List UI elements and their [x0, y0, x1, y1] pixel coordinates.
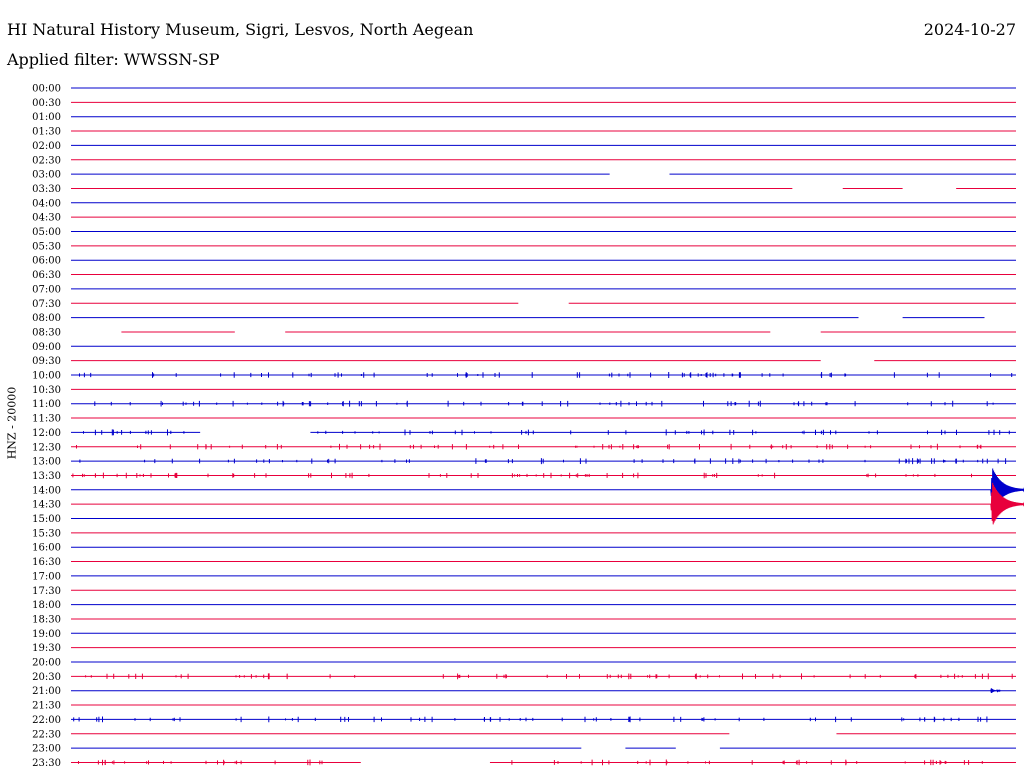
- row-time-label: 00:00: [32, 84, 61, 95]
- row-time-label: 16:00: [32, 543, 61, 554]
- row-time-label: 01:00: [32, 112, 61, 123]
- seismic-event: [990, 688, 1001, 694]
- row-time-label: 17:00: [32, 571, 61, 582]
- row-time-label: 07:00: [32, 284, 61, 295]
- row-time-label: 09:00: [32, 342, 61, 353]
- row-time-label: 02:30: [32, 155, 61, 166]
- row-time-label: 03:00: [32, 170, 61, 181]
- row-time-label: 08:30: [32, 327, 61, 338]
- row-time-label: 18:30: [32, 614, 61, 625]
- helicorder-plot: 00:00 00:30 01:00 01:30 02:00 02:30 03:00 03:30…: [32, 84, 1024, 769]
- row-time-label: 19:30: [32, 643, 61, 654]
- row-time-label: 14:00: [32, 485, 61, 496]
- row-time-label: 04:30: [32, 213, 61, 224]
- row-time-label: 16:30: [32, 557, 61, 568]
- row-time-label: 22:00: [32, 715, 61, 726]
- row-time-label: 17:30: [32, 586, 61, 597]
- row-time-label: 04:00: [32, 198, 61, 209]
- row-time-label: 11:30: [32, 414, 61, 425]
- row-time-label: 03:30: [32, 184, 61, 195]
- row-time-label: 23:00: [32, 744, 61, 755]
- row-time-label: 05:00: [32, 227, 61, 238]
- row-time-label: 05:30: [32, 241, 61, 252]
- row-time-label: 10:00: [32, 371, 61, 382]
- row-time-label: 22:30: [32, 729, 61, 740]
- row-time-label: 08:00: [32, 313, 61, 324]
- row-time-label: 06:30: [32, 270, 61, 281]
- row-time-label: 23:30: [32, 758, 61, 769]
- row-time-label: 20:00: [32, 658, 61, 669]
- row-time-label: 18:00: [32, 600, 61, 611]
- row-time-label: 15:30: [32, 528, 61, 539]
- row-time-label: 15:00: [32, 514, 61, 525]
- row-time-label: 06:00: [32, 256, 61, 267]
- row-time-label: 09:30: [32, 356, 61, 367]
- row-time-label: 21:00: [32, 686, 61, 697]
- row-time-label: 14:30: [32, 500, 61, 511]
- row-time-label: 01:30: [32, 127, 61, 138]
- row-time-label: 21:30: [32, 701, 61, 712]
- row-time-label: 02:00: [32, 141, 61, 152]
- row-time-label: 00:30: [32, 98, 61, 109]
- row-time-label: 20:30: [32, 672, 61, 683]
- row-time-label: 13:00: [32, 457, 61, 468]
- row-time-label: 10:30: [32, 385, 61, 396]
- row-time-label: 19:00: [32, 629, 61, 640]
- row-time-label: 07:30: [32, 299, 61, 310]
- row-time-label: 12:30: [32, 442, 61, 453]
- row-time-label: 13:30: [32, 471, 61, 482]
- row-time-label: 12:00: [32, 428, 61, 439]
- row-time-label: 11:00: [32, 399, 61, 410]
